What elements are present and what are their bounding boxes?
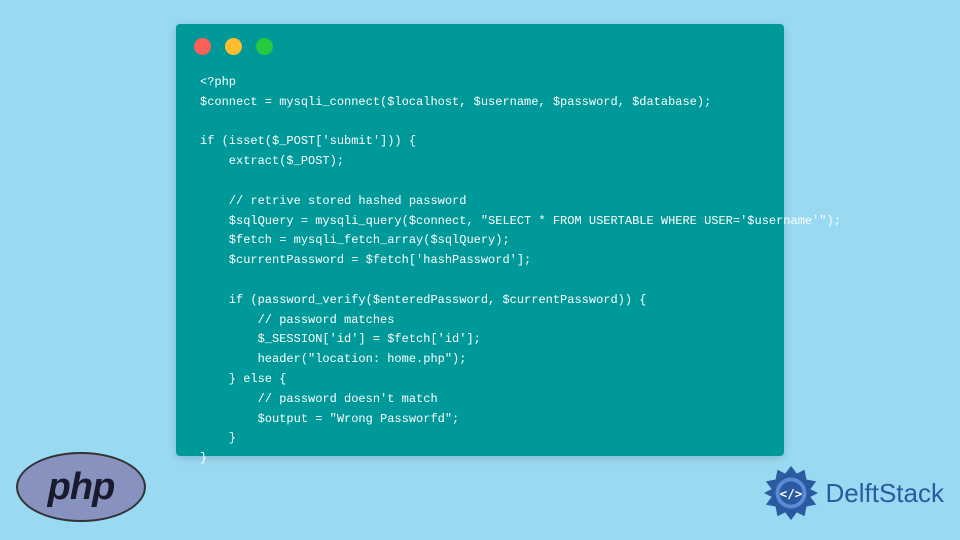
minimize-icon: [225, 38, 242, 55]
svg-text:</>: </>: [779, 486, 802, 501]
code-window: <?php $connect = mysqli_connect($localho…: [176, 24, 784, 456]
php-logo-ellipse: php: [16, 452, 146, 522]
maximize-icon: [256, 38, 273, 55]
php-logo: php: [16, 452, 146, 522]
php-logo-text: php: [48, 466, 115, 509]
delftstack-text: DelftStack: [826, 478, 945, 509]
delftstack-icon: </>: [762, 464, 820, 522]
delftstack-logo: </> DelftStack: [762, 464, 945, 522]
window-controls: [176, 24, 784, 63]
code-content: <?php $connect = mysqli_connect($localho…: [176, 63, 784, 479]
close-icon: [194, 38, 211, 55]
